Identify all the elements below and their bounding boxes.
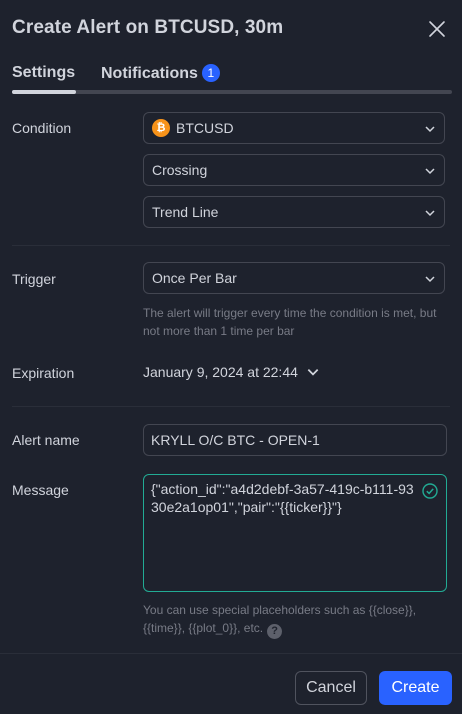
section-divider: [12, 245, 450, 246]
create-button[interactable]: Create: [379, 671, 452, 705]
tab-notifications[interactable]: Notifications 1: [101, 64, 220, 83]
alert-name-input[interactable]: KRYLL O/C BTC - OPEN-1: [143, 424, 447, 456]
condition-target-value: Trend Line: [152, 204, 219, 220]
expiration-value: January 9, 2024 at 22:44: [143, 364, 298, 380]
footer-divider: [0, 653, 462, 654]
condition-operator-value: Crossing: [152, 162, 208, 178]
section-divider: [12, 406, 450, 407]
message-textarea[interactable]: {"action_id":"a4d2debf-3a57-419c-b111-93…: [143, 474, 447, 592]
notifications-count-badge: 1: [201, 64, 220, 82]
message-value: {"action_id":"a4d2debf-3a57-419c-b111-93…: [151, 481, 414, 515]
bitcoin-icon: ₿: [152, 119, 170, 137]
tab-settings[interactable]: Settings: [12, 64, 75, 82]
close-icon[interactable]: [426, 18, 448, 40]
trigger-hint: The alert will trigger every time the co…: [143, 306, 437, 338]
tab-bar: Settings Notifications 1: [12, 64, 452, 96]
tab-active-indicator: [12, 90, 76, 94]
trigger-label: Trigger: [12, 271, 56, 287]
chevron-down-icon: [425, 276, 435, 283]
condition-operator-select[interactable]: Crossing: [143, 154, 445, 186]
tab-notifications-label: Notifications: [101, 65, 198, 82]
expiration-label: Expiration: [12, 365, 75, 381]
cancel-button[interactable]: Cancel: [295, 671, 367, 705]
condition-target-select[interactable]: Trend Line: [143, 196, 445, 228]
chevron-down-icon: [425, 168, 435, 175]
message-label: Message: [12, 482, 69, 498]
condition-label: Condition: [12, 120, 72, 136]
trigger-value: Once Per Bar: [152, 270, 237, 286]
trigger-select[interactable]: Once Per Bar: [143, 262, 445, 294]
condition-symbol-select[interactable]: ₿ BTCUSD: [143, 112, 445, 144]
alert-name-label: Alert name: [12, 432, 80, 448]
expiration-picker[interactable]: January 9, 2024 at 22:44: [143, 364, 320, 380]
condition-symbol-value: BTCUSD: [176, 120, 234, 136]
tab-settings-label: Settings: [12, 64, 76, 81]
message-hint: You can use special placeholders such as…: [143, 601, 443, 639]
dialog-title: Create Alert on BTCUSD, 30m: [12, 17, 284, 38]
help-icon[interactable]: ?: [267, 624, 283, 639]
tab-track: [12, 90, 452, 94]
chevron-down-icon: [425, 210, 435, 217]
check-circle-icon: [422, 483, 438, 499]
chevron-down-icon: [425, 126, 435, 133]
chevron-down-icon: [307, 369, 319, 376]
